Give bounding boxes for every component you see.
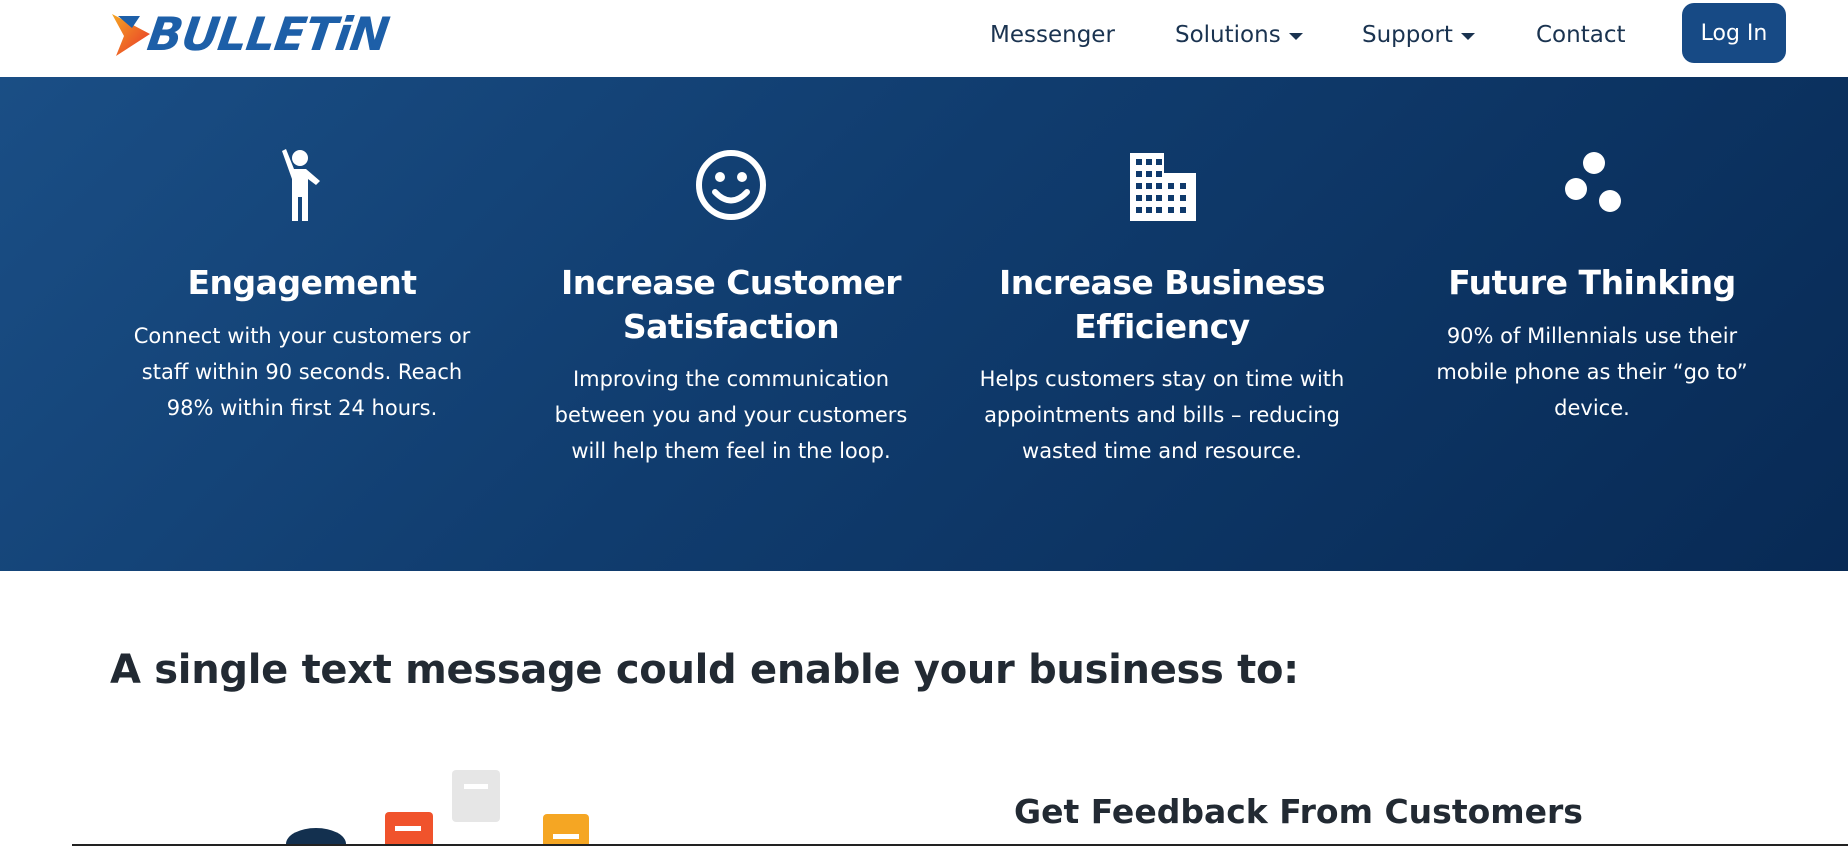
navbar: BULLETiN Messenger Solutions Support Con… [0, 0, 1848, 77]
section-heading: A single text message could enable your … [110, 647, 1299, 693]
nav-messenger[interactable]: Messenger [990, 20, 1115, 50]
brand-logo[interactable]: BULLETiN [110, 7, 446, 61]
smiley-face-icon [691, 145, 771, 225]
feature-description: Improving the communication between you … [554, 367, 908, 463]
features-banner: Engagement Connect with your customers o… [0, 77, 1848, 571]
caret-down-icon [1460, 32, 1475, 40]
nav-support-dropdown[interactable]: Support [1362, 20, 1475, 50]
nav-messenger-label: Messenger [990, 22, 1115, 48]
nav-support-label: Support [1362, 22, 1453, 48]
brand-wordmark: BULLETiN [144, 7, 392, 61]
feature-title: Increase Customer Satisfaction [560, 263, 902, 346]
three-dots-icon [1552, 145, 1632, 225]
feature-subheading: Get Feedback From Customers [1014, 792, 1583, 831]
nav-contact-label: Contact [1536, 22, 1626, 48]
feature-title: Engagement [187, 263, 417, 302]
feature-description: Helps customers stay on time with appoin… [979, 367, 1345, 463]
nav-solutions-label: Solutions [1175, 22, 1281, 48]
caret-down-icon [1288, 32, 1303, 40]
messages-illustration [280, 760, 620, 846]
feature-title: Increase Business Efficiency [998, 263, 1326, 346]
nav-solutions-dropdown[interactable]: Solutions [1175, 20, 1303, 50]
nav-contact[interactable]: Contact [1536, 20, 1625, 50]
person-waving-icon [262, 145, 342, 225]
feature-title: Future Thinking [1448, 263, 1736, 302]
building-icon [1122, 145, 1202, 225]
feature-description: 90% of Millennials use their mobile phon… [1436, 324, 1748, 420]
login-button[interactable]: Log In [1682, 3, 1786, 63]
feature-description: Connect with your customers or staff wit… [133, 324, 471, 420]
